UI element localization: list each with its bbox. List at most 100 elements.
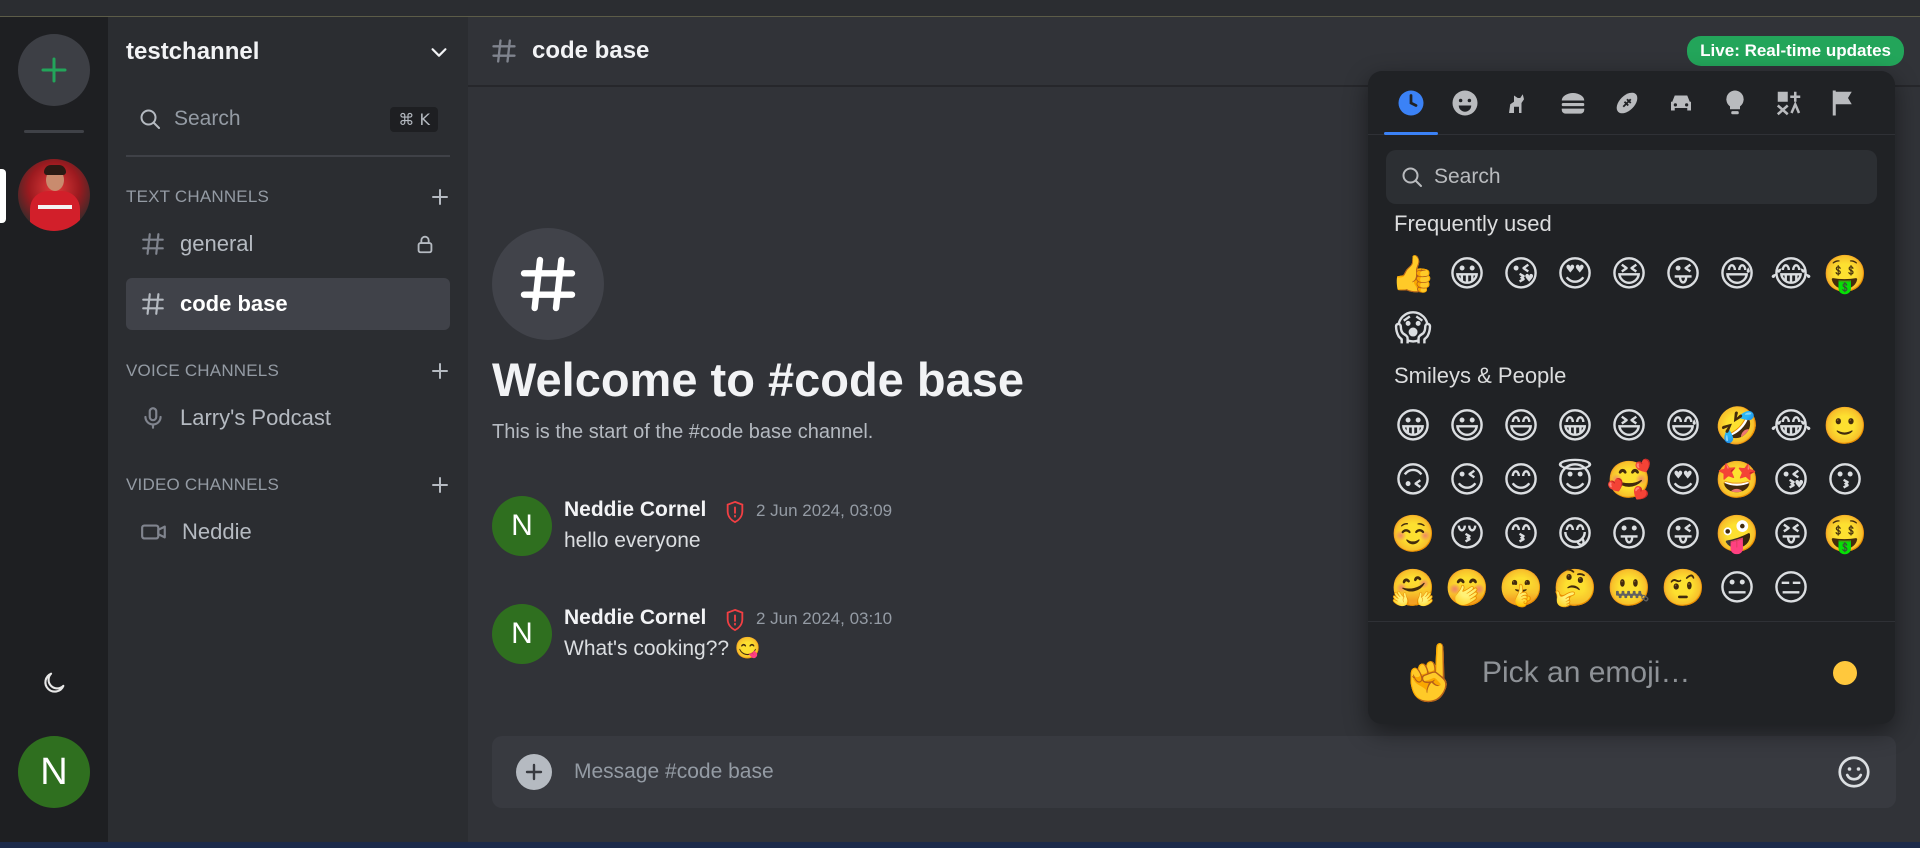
emoji-button[interactable]: 😆 bbox=[1602, 400, 1656, 454]
emoji-button[interactable]: 😉 bbox=[1440, 454, 1494, 508]
video-icon bbox=[141, 524, 166, 540]
emoji-button[interactable]: 😅 bbox=[1710, 248, 1764, 302]
message-author[interactable]: Neddie Cornel bbox=[564, 498, 706, 522]
message-composer[interactable]: Message #code base bbox=[492, 736, 1896, 808]
emoji-button[interactable]: 😃 bbox=[1440, 400, 1494, 454]
emoji-button[interactable]: 😱 bbox=[1386, 302, 1440, 356]
emoji-button[interactable]: 🤔 bbox=[1548, 562, 1602, 616]
add-channel-icon[interactable] bbox=[430, 187, 450, 207]
rail-divider bbox=[24, 130, 84, 133]
emoji-button[interactable]: 😝 bbox=[1764, 508, 1818, 562]
channel-general[interactable]: general bbox=[126, 218, 450, 270]
emoji-button[interactable]: 😍 bbox=[1656, 454, 1710, 508]
tab-recent[interactable] bbox=[1384, 71, 1438, 135]
message-avatar[interactable]: N bbox=[492, 496, 552, 556]
tab-smileys[interactable] bbox=[1438, 71, 1492, 135]
emoji-button[interactable]: 😘 bbox=[1494, 248, 1548, 302]
emoji-button[interactable]: 😜 bbox=[1656, 508, 1710, 562]
channel-larrys-podcast[interactable]: Larry's Podcast bbox=[126, 392, 450, 444]
emoji-button-icon[interactable] bbox=[1836, 754, 1872, 790]
emoji-button[interactable]: 🙃 bbox=[1386, 454, 1440, 508]
hash-icon bbox=[142, 293, 164, 315]
category-video-channels[interactable]: VIDEO CHANNELS bbox=[126, 471, 450, 499]
emoji-button[interactable]: 😁 bbox=[1548, 400, 1602, 454]
emoji-button[interactable]: 😂 bbox=[1764, 248, 1818, 302]
skin-tone-selector[interactable] bbox=[1833, 661, 1857, 685]
tab-animals[interactable] bbox=[1492, 71, 1546, 135]
message-avatar[interactable]: N bbox=[492, 604, 552, 664]
emoji-button[interactable]: 🤭 bbox=[1440, 562, 1494, 616]
emoji-button[interactable]: 😂 bbox=[1764, 400, 1818, 454]
emoji-button[interactable]: 😀 bbox=[1440, 248, 1494, 302]
emoji-button[interactable]: 🤣 bbox=[1710, 400, 1764, 454]
emoji-button[interactable]: 😑 bbox=[1764, 562, 1818, 616]
tab-objects[interactable] bbox=[1708, 71, 1762, 135]
emoji-button[interactable]: 🤫 bbox=[1494, 562, 1548, 616]
message[interactable]: N Neddie Cornel 2 Jun 2024, 03:09 hello … bbox=[492, 496, 1192, 560]
channel-search[interactable]: Search ⌘ K bbox=[126, 97, 450, 141]
theme-toggle-button[interactable] bbox=[38, 667, 70, 699]
emoji-button[interactable]: 🤩 bbox=[1710, 454, 1764, 508]
emoji-button[interactable]: 😇 bbox=[1548, 454, 1602, 508]
server-rail: N bbox=[0, 17, 108, 842]
attach-button[interactable] bbox=[516, 754, 552, 790]
emoji-button[interactable]: 🤪 bbox=[1710, 508, 1764, 562]
add-channel-icon[interactable] bbox=[430, 361, 450, 381]
car-icon bbox=[1671, 95, 1691, 110]
emoji-grid-smileys: 😀 😃 😄 😁 😆 😅 🤣 😂 🙂 🙃 😉 😊 😇 🥰 😍 🤩 😘 😗 ☺️ 😚 😙 😋 😛 😜 🤪 😝 🤑 🤗 🤭 🤫 🤔 🤐 🤨 😐 😑 bbox=[1386, 400, 1872, 616]
emoji-search-input[interactable]: Search bbox=[1386, 150, 1877, 204]
emoji-button[interactable]: 😚 bbox=[1440, 508, 1494, 562]
window-top-bar bbox=[0, 0, 1920, 17]
tab-flags[interactable] bbox=[1816, 71, 1870, 135]
emoji-button[interactable]: 😛 bbox=[1602, 508, 1656, 562]
tab-activities[interactable] bbox=[1600, 71, 1654, 135]
emoji-button[interactable]: 😙 bbox=[1494, 508, 1548, 562]
server-image-part bbox=[38, 205, 72, 209]
emoji-button[interactable]: 🤑 bbox=[1818, 508, 1872, 562]
shield-icon bbox=[726, 608, 744, 632]
emoji-button[interactable]: 😆 bbox=[1602, 248, 1656, 302]
emoji-button[interactable]: 👍 bbox=[1386, 248, 1440, 302]
search-icon bbox=[140, 109, 160, 129]
channel-code-base[interactable]: code base bbox=[126, 278, 450, 330]
emoji-button[interactable]: 😜 bbox=[1656, 248, 1710, 302]
emoji-button[interactable]: 😘 bbox=[1764, 454, 1818, 508]
emoji-picker-footer: ☝️ Pick an emoji… bbox=[1368, 621, 1895, 724]
add-server-button[interactable] bbox=[18, 34, 90, 106]
channel-neddie[interactable]: Neddie bbox=[126, 506, 450, 558]
message-author[interactable]: Neddie Cornel bbox=[564, 606, 706, 630]
emoji-button[interactable]: 🥰 bbox=[1602, 454, 1656, 508]
section-title-smileys: Smileys & People bbox=[1394, 363, 1567, 388]
user-avatar[interactable]: N bbox=[18, 736, 90, 808]
tab-food[interactable] bbox=[1546, 71, 1600, 135]
emoji-button[interactable]: 😊 bbox=[1494, 454, 1548, 508]
emoji-button[interactable]: 😅 bbox=[1656, 400, 1710, 454]
emoji-button[interactable]: 😀 bbox=[1386, 400, 1440, 454]
guild-header[interactable]: testchannel bbox=[108, 17, 468, 87]
emoji-button[interactable]: 😐 bbox=[1710, 562, 1764, 616]
emoji-button[interactable]: 🙂 bbox=[1818, 400, 1872, 454]
server-image-part bbox=[44, 165, 66, 175]
channel-name: Larry's Podcast bbox=[180, 405, 331, 430]
emoji-button[interactable]: 😄 bbox=[1494, 400, 1548, 454]
emoji-button[interactable]: ☺️ bbox=[1386, 508, 1440, 562]
section-title-frequently-used: Frequently used bbox=[1394, 211, 1552, 236]
add-channel-icon[interactable] bbox=[430, 475, 450, 495]
emoji-button[interactable]: 😍 bbox=[1548, 248, 1602, 302]
tab-travel[interactable] bbox=[1654, 71, 1708, 135]
emoji-button[interactable]: 😋 bbox=[1548, 508, 1602, 562]
emoji-button[interactable]: 🤗 bbox=[1386, 562, 1440, 616]
message-input[interactable]: Message #code base bbox=[574, 760, 1836, 784]
message[interactable]: N Neddie Cornel 2 Jun 2024, 03:10 What's… bbox=[492, 604, 1192, 668]
emoji-button[interactable]: 🤨 bbox=[1656, 562, 1710, 616]
server-icon[interactable] bbox=[18, 159, 90, 231]
category-voice-channels[interactable]: VOICE CHANNELS bbox=[126, 357, 450, 385]
symbols-icon bbox=[1776, 91, 1801, 115]
emoji-button[interactable]: 🤑 bbox=[1818, 248, 1872, 302]
category-text-channels[interactable]: TEXT CHANNELS bbox=[126, 183, 450, 211]
guild-name: testchannel bbox=[126, 38, 260, 65]
emoji-button[interactable]: 😗 bbox=[1818, 454, 1872, 508]
emoji-button[interactable]: 🤐 bbox=[1602, 562, 1656, 616]
channel-welcome-icon bbox=[492, 228, 604, 340]
tab-symbols[interactable] bbox=[1762, 71, 1816, 135]
